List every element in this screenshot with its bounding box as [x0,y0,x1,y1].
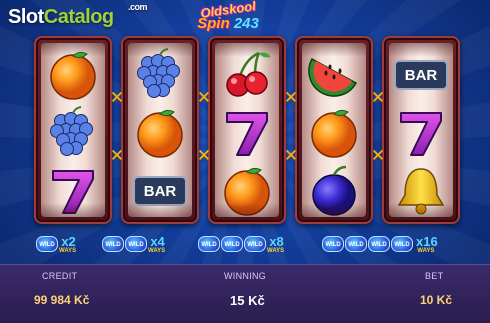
bet-value: 10 Kč [420,293,453,307]
ways-multiplier-value: x8 [269,233,284,249]
ways-word: WAYS [59,247,77,254]
reel-window: BAR [389,43,453,217]
ways-multiplier: x16 WAYS [414,235,438,254]
ways-word: WAYS [267,247,285,254]
reel-window [41,43,105,217]
watermark-catalog: Catalog [43,6,114,28]
reel-1 [34,36,112,224]
watermark-slot: Slot [8,6,44,28]
ways-indicator-4: WILD WILD WILD WILD x16 WAYS [322,232,438,256]
ways-word: WAYS [417,247,435,254]
bell-symbol-icon [393,165,449,217]
multiplier-x-icon: ✕ [109,146,125,165]
wild-badge-icon: WILD [221,236,243,252]
ways-indicator-1: WILD x2 WAYS [36,232,76,256]
winning-value: 15 Kč [230,293,265,308]
multiplier-x-icon: ✕ [370,146,386,165]
multiplier-x-icon: ✕ [370,88,386,107]
orange-symbol-icon [306,107,362,159]
wild-badge-icon: WILD [368,236,390,252]
ways-multiplier-value: x2 [61,233,76,249]
reel-window [302,43,366,217]
ways-indicator-2: WILD WILD x4 WAYS [102,232,165,256]
winning-label: WINNING [224,271,267,281]
seven-symbol-icon [45,165,101,217]
ways-multiplier: x8 WAYS [267,235,284,254]
wild-badge-icon: WILD [244,236,266,252]
wild-badge-icon: WILD [36,236,58,252]
ways-multiplier: x2 WAYS [59,235,76,254]
reel-window [215,43,279,217]
bottom-panel: CREDIT 99 984 Kč WINNING 15 Kč BET 10 Kč [0,264,490,323]
wild-badge-icon: WILD [198,236,220,252]
multiplier-x-icon: ✕ [196,88,212,107]
ways-word: WAYS [148,247,166,254]
bar-label: BAR [405,67,438,84]
seven-symbol-icon [393,107,449,159]
watermelon-symbol-icon [306,49,362,101]
wild-badge-icon: WILD [391,236,413,252]
reel-window: BAR [128,43,192,217]
game-logo: Oldskool Spin 243 [182,0,274,40]
reel-2: BAR [121,36,199,224]
wild-badge-icon: WILD [345,236,367,252]
game-logo-number: 243 [233,15,259,32]
reel-5: BAR [382,36,460,224]
plum-symbol-icon [306,165,362,217]
ways-multiplier: x4 WAYS [148,235,165,254]
orange-symbol-icon [132,107,188,159]
bet-label: BET [425,271,444,281]
multiplier-x-icon: ✕ [196,146,212,165]
wild-badge-icon: WILD [322,236,344,252]
wild-badge-icon: WILD [125,236,147,252]
multiplier-x-icon: ✕ [283,88,299,107]
bar-label: BAR [144,183,177,200]
multiplier-x-icon: ✕ [283,146,299,165]
orange-symbol-icon [219,165,275,217]
multiplier-x-icon: ✕ [109,88,125,107]
ways-indicator-3: WILD WILD WILD x8 WAYS [198,232,284,256]
bar-symbol-icon: BAR [132,165,188,217]
watermark-com: .com [128,2,148,12]
bar-symbol-icon: BAR [393,49,449,101]
watermark-logo: SlotCatalog .com [8,2,148,29]
ways-multiplier-value: x16 [416,233,438,249]
credit-value: 99 984 Kč [34,293,90,307]
orange-symbol-icon [45,49,101,101]
credit-label: CREDIT [42,271,78,281]
grapes-symbol-icon [45,106,101,159]
wild-badge-icon: WILD [102,236,124,252]
reel-4 [295,36,373,224]
ways-multiplier-row: WILD x2 WAYS WILD WILD x4 WAYS WILD WILD WILD x8… [0,232,490,256]
ways-multiplier-value: x4 [150,233,165,249]
reel-3 [208,36,286,224]
seven-symbol-icon [219,107,275,159]
cherries-symbol-icon [219,49,275,101]
grapes-symbol-icon [132,48,188,101]
